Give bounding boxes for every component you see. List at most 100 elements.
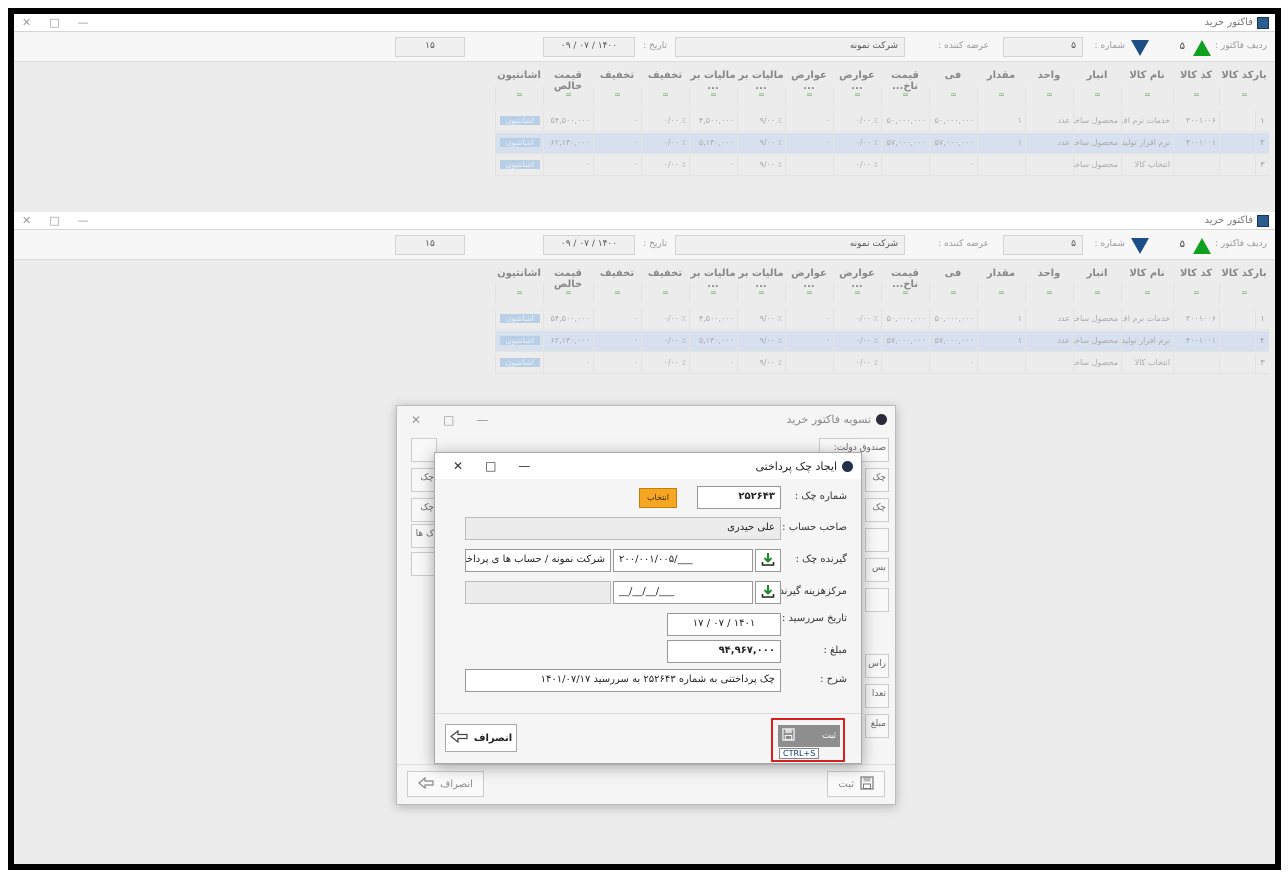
cancel-button[interactable]: انصراف xyxy=(445,724,517,752)
description-input[interactable]: چک پرداختنی به شماره ۲۵۲۶۴۳ به سررسید ۱۴… xyxy=(465,669,781,692)
maximize-icon[interactable]: □ xyxy=(49,16,59,29)
cell-duty1[interactable]: ٪ ۰/۰۰ xyxy=(833,353,881,373)
cell-barcode[interactable] xyxy=(1219,309,1255,329)
cell-warehouse[interactable]: محصول ساخت xyxy=(1073,353,1121,373)
maximize-icon[interactable]: □ xyxy=(49,214,59,227)
minimize-icon[interactable]: — xyxy=(78,16,89,29)
side-button[interactable] xyxy=(865,588,889,612)
save-button[interactable]: ثبت xyxy=(778,725,840,747)
col-name[interactable]: نام کالا xyxy=(1121,65,1173,85)
filter-cell[interactable]: = xyxy=(641,87,689,105)
filter-cell[interactable]: = xyxy=(881,285,929,303)
filter-cell[interactable]: = xyxy=(543,285,593,303)
gift-button[interactable]: اشانتیون xyxy=(499,314,540,323)
cell-duty2[interactable]: ۰ xyxy=(785,133,833,153)
cell-disc1[interactable]: ٪ ۰/۰۰ xyxy=(641,111,689,131)
cell-price[interactable]: ۰ xyxy=(929,155,977,175)
number-field[interactable]: ۵ xyxy=(1003,37,1083,57)
filter-cell[interactable]: = xyxy=(593,285,641,303)
col-duty1[interactable]: عوارض ... xyxy=(833,263,881,290)
amount-input[interactable]: ۹۴,۹۶۷,۰۰۰ xyxy=(667,640,781,663)
col-name[interactable]: نام کالا xyxy=(1121,263,1173,283)
cell-name[interactable]: نرم افزار تولید xyxy=(1121,331,1173,351)
cell-code[interactable]: ۴۰۰۱۰۰۱ xyxy=(1173,331,1219,351)
col-warehouse[interactable]: انبار xyxy=(1073,263,1121,283)
filter-cell[interactable]: = xyxy=(495,87,543,105)
filter-cell[interactable]: = xyxy=(785,285,833,303)
col-barcode[interactable]: بارکد کالا xyxy=(1219,65,1269,85)
cell-tax2[interactable]: ۰ xyxy=(689,155,737,175)
cell-duty1[interactable]: ٪ ۰/۰۰ xyxy=(833,331,881,351)
cell-gift[interactable]: اشانتیون xyxy=(495,309,543,329)
supplier-field[interactable]: شرکت نمونه xyxy=(675,37,905,57)
cell-code[interactable] xyxy=(1173,155,1219,175)
filter-cell[interactable]: = xyxy=(977,285,1025,303)
cell-net[interactable]: ۶۲,۱۳۰,۰۰۰ xyxy=(543,133,593,153)
col-gross[interactable]: قیمت ناخ... xyxy=(881,263,929,290)
gift-button[interactable]: اشانتیون xyxy=(499,160,540,169)
filter-cell[interactable]: = xyxy=(1219,87,1269,105)
table-row[interactable]: ۱ ۳۰۰۱۰۰۶ خدمات نرم اف محصول ساخت عدد ۱ … xyxy=(495,111,1269,132)
cell-barcode[interactable] xyxy=(1219,353,1255,373)
maximize-icon[interactable]: □ xyxy=(485,459,496,473)
col-gross[interactable]: قیمت ناخ... xyxy=(881,65,929,92)
cell-name[interactable]: نرم افزار تولید xyxy=(1121,133,1173,153)
side-button[interactable]: بس xyxy=(865,558,889,582)
cell-name[interactable]: انتخاب کالا xyxy=(1121,353,1173,373)
triangle-up-icon[interactable] xyxy=(1193,40,1211,56)
settle-save-button[interactable]: ثبت xyxy=(827,771,885,797)
date-field[interactable]: ۱۴۰۰ / ۰۷ / ۰۹ xyxy=(543,37,635,57)
filter-cell[interactable]: = xyxy=(833,285,881,303)
cell-qty[interactable] xyxy=(977,353,1025,373)
maximize-icon[interactable]: □ xyxy=(443,413,454,427)
cell-disc2[interactable]: ۰ xyxy=(593,155,641,175)
filter-cell[interactable]: = xyxy=(1025,87,1073,105)
cell-duty1[interactable]: ٪ ۰/۰۰ xyxy=(833,155,881,175)
filter-cell[interactable]: = xyxy=(833,87,881,105)
check-number-input[interactable]: ۲۵۲۶۴۳ xyxy=(697,486,781,509)
cell-tax2[interactable]: ۵,۱۳۰,۰۰۰ xyxy=(689,133,737,153)
cell-name[interactable]: انتخاب کالا xyxy=(1121,155,1173,175)
cell-warehouse[interactable]: محصول ساخت xyxy=(1073,155,1121,175)
filter-cell[interactable]: = xyxy=(881,87,929,105)
supplier-field[interactable]: شرکت نمونه xyxy=(675,235,905,255)
minimize-icon[interactable]: — xyxy=(518,459,530,473)
cell-duty2[interactable]: ۰ xyxy=(785,309,833,329)
col-price[interactable]: فی xyxy=(929,65,977,85)
cell-tax1[interactable]: ٪ ۹/۰۰ xyxy=(737,111,785,131)
cost-center-code-field[interactable]: __/__/__/___ xyxy=(613,581,753,604)
side-button[interactable]: چک xyxy=(865,498,889,522)
cell-gross[interactable] xyxy=(881,353,929,373)
cell-gross[interactable]: ۵۰,۰۰۰,۰۰۰ xyxy=(881,309,929,329)
col-unit[interactable]: واحد xyxy=(1025,263,1073,283)
filter-cell[interactable]: = xyxy=(641,285,689,303)
filter-cell[interactable]: = xyxy=(689,285,737,303)
cell-gift[interactable]: اشانتیون xyxy=(495,133,543,153)
side-button[interactable]: راس xyxy=(865,654,889,678)
cell-tax1[interactable]: ٪ ۹/۰۰ xyxy=(737,331,785,351)
cell-tax1[interactable]: ٪ ۹/۰۰ xyxy=(737,155,785,175)
col-qty[interactable]: مقدار xyxy=(977,263,1025,283)
cell-code[interactable] xyxy=(1173,353,1219,373)
cell-gross[interactable]: ۵۷,۰۰۰,۰۰۰ xyxy=(881,331,929,351)
count-field[interactable]: ۱۵ xyxy=(395,235,465,255)
cell-gift[interactable]: اشانتیون xyxy=(495,353,543,373)
triangle-down-icon[interactable] xyxy=(1131,40,1149,56)
cell-disc1[interactable]: ٪ ۰/۰۰ xyxy=(641,309,689,329)
cell-tax2[interactable]: ۵,۱۳۰,۰۰۰ xyxy=(689,331,737,351)
cell-qty[interactable]: ۱ xyxy=(977,133,1025,153)
cell-unit[interactable] xyxy=(1025,155,1073,175)
filter-cell[interactable]: = xyxy=(737,87,785,105)
cell-name[interactable]: خدمات نرم اف xyxy=(1121,309,1173,329)
table-row[interactable]: ۳ انتخاب کالا محصول ساخت ۰ ٪ ۰/۰۰ ٪ ۹/۰۰… xyxy=(495,353,1269,374)
cell-tax1[interactable]: ٪ ۹/۰۰ xyxy=(737,353,785,373)
cell-disc1[interactable]: ٪ ۰/۰۰ xyxy=(641,353,689,373)
filter-cell[interactable]: = xyxy=(543,87,593,105)
col-code[interactable]: کد کالا xyxy=(1173,65,1219,85)
minimize-icon[interactable]: — xyxy=(476,413,488,427)
cell-net[interactable]: ۶۲,۱۳۰,۰۰۰ xyxy=(543,331,593,351)
cell-disc2[interactable]: ۰ xyxy=(593,133,641,153)
triangle-up-icon[interactable] xyxy=(1193,238,1211,254)
cell-qty[interactable]: ۱ xyxy=(977,111,1025,131)
cell-disc1[interactable]: ٪ ۰/۰۰ xyxy=(641,133,689,153)
